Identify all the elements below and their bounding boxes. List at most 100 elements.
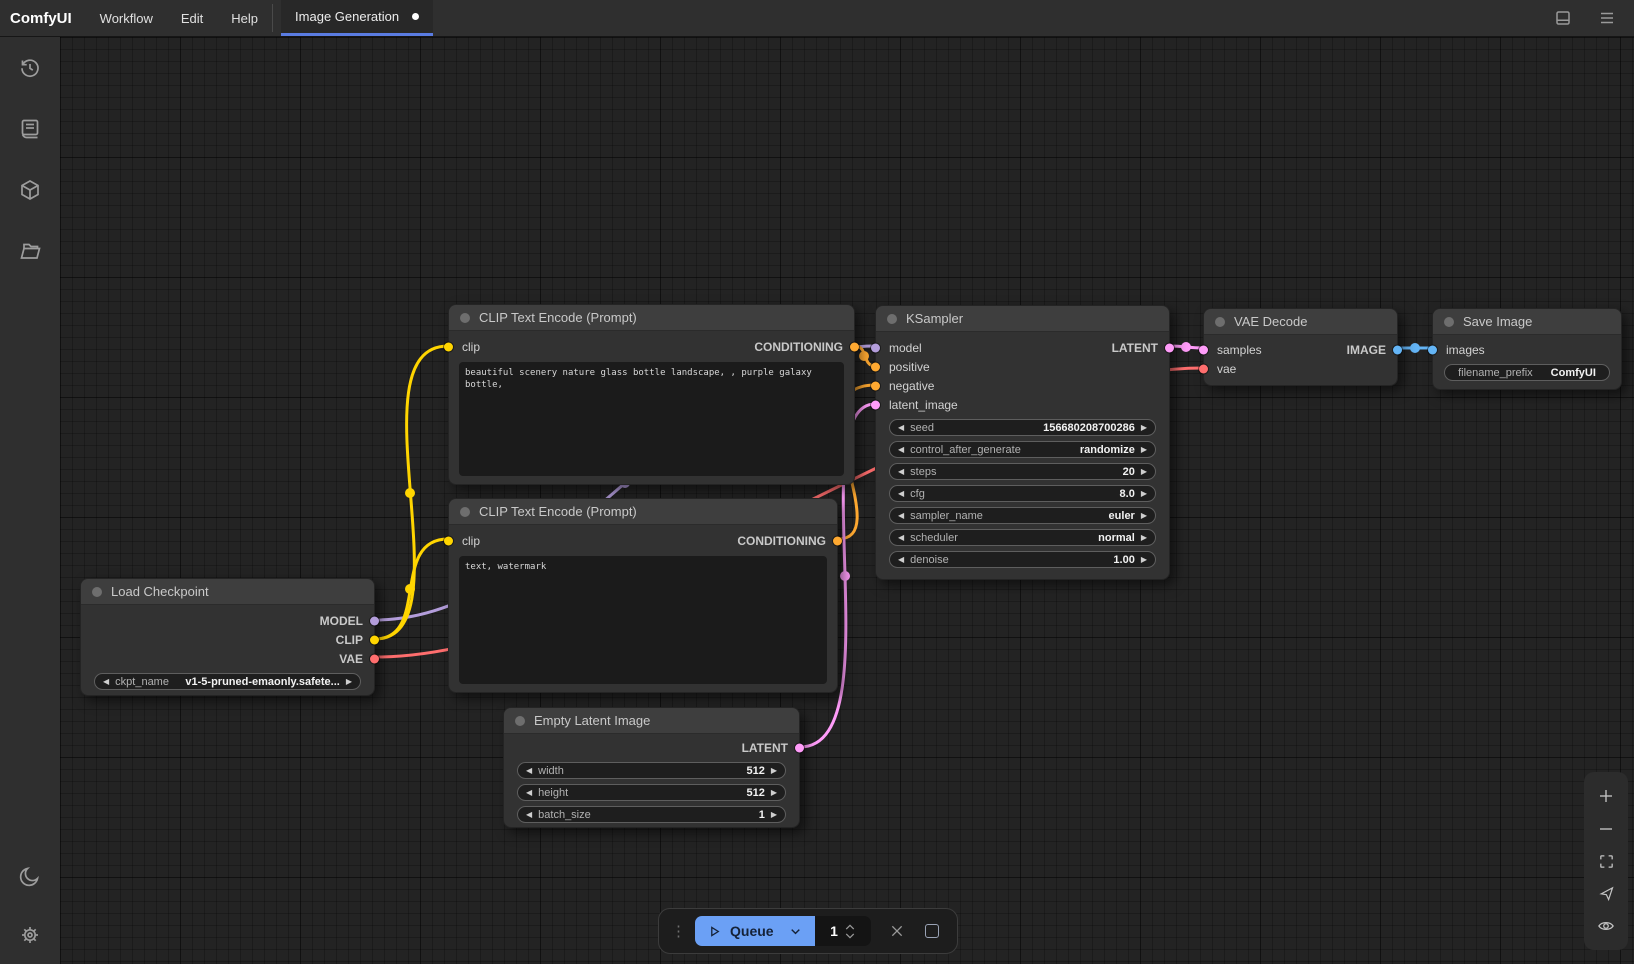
widget-name: filename_prefix (1458, 367, 1533, 379)
batch-size-widget[interactable]: ◀ batch_size 1 ▶ (517, 806, 786, 823)
fit-view-icon[interactable] (1584, 853, 1628, 870)
decrement-arrow-icon[interactable]: ◀ (898, 512, 904, 520)
queue-history-icon[interactable] (0, 37, 60, 98)
filename-prefix-widget[interactable]: filename_prefix ComfyUI (1444, 364, 1610, 381)
node-title: CLIP Text Encode (Prompt) (479, 504, 637, 519)
samples-input-port[interactable] (1199, 345, 1208, 354)
increment-arrow-icon[interactable]: ▶ (771, 811, 777, 819)
increment-arrow-icon[interactable]: ▶ (1141, 468, 1147, 476)
navigate-cursor-icon[interactable] (1584, 885, 1628, 902)
increment-arrow-icon[interactable]: ▶ (1141, 512, 1147, 520)
node-save-image[interactable]: Save Image images filename_prefix ComfyU… (1432, 308, 1622, 390)
increment-arrow-icon[interactable]: ▶ (1141, 556, 1147, 564)
queue-button[interactable]: Queue (695, 916, 815, 946)
scheduler-widget[interactable]: ◀ scheduler normal ▶ (889, 529, 1156, 546)
workflow-tab[interactable]: Image Generation (281, 0, 433, 36)
drag-handle-icon[interactable]: ⋮ (671, 922, 685, 940)
decrement-arrow-icon[interactable]: ◀ (526, 767, 532, 775)
menu-edit[interactable]: Edit (167, 0, 217, 36)
batch-count-value: 1 (830, 923, 838, 939)
conditioning-output-port[interactable] (833, 536, 842, 545)
latent-output-port[interactable] (795, 743, 804, 752)
widget-name: steps (910, 466, 936, 478)
node-vae-decode[interactable]: VAE Decode samples IMAGE vae (1203, 308, 1398, 386)
decrement-arrow-icon[interactable]: ◀ (103, 678, 109, 686)
increment-arrow-icon[interactable]: ▶ (1141, 490, 1147, 498)
steps-widget[interactable]: ◀ steps 20 ▶ (889, 463, 1156, 480)
decrement-arrow-icon[interactable]: ◀ (898, 468, 904, 476)
negative-prompt-textarea[interactable]: text, watermark (459, 556, 827, 684)
negative-input-port[interactable] (871, 381, 880, 390)
node-graph-canvas[interactable] (60, 37, 1634, 964)
model-input-port[interactable] (871, 343, 880, 352)
conditioning-output-port[interactable] (850, 342, 859, 351)
node-clip-encode-negative[interactable]: CLIP Text Encode (Prompt) clip CONDITION… (448, 498, 838, 693)
decrement-arrow-icon[interactable]: ◀ (898, 556, 904, 564)
positive-input-port[interactable] (871, 362, 880, 371)
node-library-icon[interactable] (0, 98, 60, 159)
app-logo[interactable]: ComfyUI (0, 0, 86, 36)
denoise-widget[interactable]: ◀ denoise 1.00 ▶ (889, 551, 1156, 568)
decrement-arrow-icon[interactable]: ◀ (898, 424, 904, 432)
output-label: LATENT (1112, 341, 1158, 355)
menu-help[interactable]: Help (217, 0, 272, 36)
increment-arrow-icon[interactable]: ▶ (771, 789, 777, 797)
vae-input-port[interactable] (1199, 364, 1208, 373)
clear-queue-icon[interactable] (889, 923, 905, 939)
image-output-port[interactable] (1393, 345, 1402, 354)
step-down-icon[interactable] (845, 933, 855, 939)
seed-widget[interactable]: ◀ seed 156680208700286 ▶ (889, 419, 1156, 436)
latent-image-input-port[interactable] (871, 400, 880, 409)
vae-output-port[interactable] (370, 654, 379, 663)
widget-value: v1-5-pruned-emaonly.safete... (185, 676, 339, 688)
zoom-in-icon[interactable] (1584, 787, 1628, 805)
input-label: positive (889, 360, 930, 374)
toggle-link-visibility-eye-icon[interactable] (1584, 917, 1628, 935)
zoom-out-icon[interactable] (1584, 820, 1628, 838)
theme-toggle-moon-icon[interactable] (0, 845, 60, 906)
settings-gear-icon[interactable] (0, 906, 60, 964)
widget-name: width (538, 765, 564, 777)
node-title: CLIP Text Encode (Prompt) (479, 310, 637, 325)
decrement-arrow-icon[interactable]: ◀ (898, 490, 904, 498)
decrement-arrow-icon[interactable]: ◀ (526, 789, 532, 797)
node-clip-encode-positive[interactable]: CLIP Text Encode (Prompt) clip CONDITION… (448, 304, 855, 485)
cfg-widget[interactable]: ◀ cfg 8.0 ▶ (889, 485, 1156, 502)
widget-value: euler (1109, 510, 1135, 522)
increment-arrow-icon[interactable]: ▶ (1141, 424, 1147, 432)
increment-arrow-icon[interactable]: ▶ (346, 678, 352, 686)
width-widget[interactable]: ◀ width 512 ▶ (517, 762, 786, 779)
output-label: CLIP (336, 633, 363, 647)
positive-prompt-textarea[interactable]: beautiful scenery nature glass bottle la… (459, 362, 844, 476)
node-status-dot (460, 313, 470, 323)
clip-input-port[interactable] (444, 536, 453, 545)
clip-output-port[interactable] (370, 635, 379, 644)
control-after-generate-widget[interactable]: ◀ control_after_generate randomize ▶ (889, 441, 1156, 458)
batch-count-input[interactable]: 1 (815, 916, 871, 946)
step-up-icon[interactable] (845, 924, 855, 930)
hamburger-menu-icon[interactable] (1598, 9, 1616, 27)
workflows-folder-icon[interactable] (0, 220, 60, 281)
increment-arrow-icon[interactable]: ▶ (771, 767, 777, 775)
bottom-panel-icon[interactable] (1554, 9, 1572, 27)
images-input-port[interactable] (1428, 345, 1437, 354)
latent-output-port[interactable] (1165, 343, 1174, 352)
decrement-arrow-icon[interactable]: ◀ (898, 534, 904, 542)
node-ksampler[interactable]: KSampler model LATENT positive negative … (875, 305, 1170, 580)
ckpt-name-widget[interactable]: ◀ ckpt_name v1-5-pruned-emaonly.safete..… (94, 673, 361, 690)
output-label: IMAGE (1347, 343, 1386, 357)
height-widget[interactable]: ◀ height 512 ▶ (517, 784, 786, 801)
increment-arrow-icon[interactable]: ▶ (1141, 446, 1147, 454)
interrupt-stop-icon[interactable] (925, 924, 939, 938)
menu-workflow[interactable]: Workflow (86, 0, 167, 36)
node-empty-latent-image[interactable]: Empty Latent Image LATENT ◀ width 512 ▶ … (503, 707, 800, 828)
decrement-arrow-icon[interactable]: ◀ (898, 446, 904, 454)
node-load-checkpoint[interactable]: Load Checkpoint MODEL CLIP VAE ◀ ckpt_na… (80, 578, 375, 696)
widget-name: height (538, 787, 568, 799)
model-output-port[interactable] (370, 616, 379, 625)
clip-input-port[interactable] (444, 342, 453, 351)
sampler-name-widget[interactable]: ◀ sampler_name euler ▶ (889, 507, 1156, 524)
decrement-arrow-icon[interactable]: ◀ (526, 811, 532, 819)
increment-arrow-icon[interactable]: ▶ (1141, 534, 1147, 542)
model-library-icon[interactable] (0, 159, 60, 220)
